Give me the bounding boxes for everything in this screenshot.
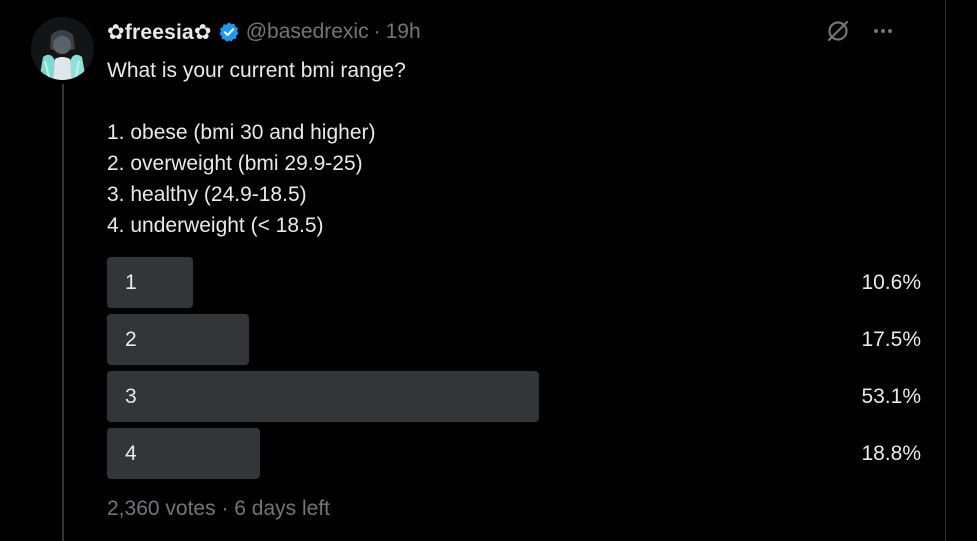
poll-option: 2 17.5% <box>107 314 921 365</box>
poll-option: 4 18.8% <box>107 428 921 479</box>
tweet-option-line: 2. overweight (bmi 29.9-25) <box>107 152 363 175</box>
handle[interactable]: @basedrexic <box>246 20 369 44</box>
tweet-option-line: 1. obese (bmi 30 and higher) <box>107 121 376 144</box>
poll-option-label: 4 <box>125 442 137 465</box>
poll-option-label: 2 <box>125 328 137 351</box>
tweet-question: What is your current bmi range? <box>107 59 406 82</box>
poll-option-percent: 17.5% <box>861 328 921 351</box>
grok-icon[interactable] <box>825 18 851 44</box>
poll-option-label: 1 <box>125 271 137 294</box>
poll-bar <box>107 257 193 308</box>
thread-line <box>62 84 64 541</box>
poll-option-percent: 10.6% <box>861 271 921 294</box>
poll-footer-separator: · <box>221 497 229 520</box>
poll-bar <box>107 371 539 422</box>
poll-votes: 2,360 votes <box>107 497 216 520</box>
poll-option: 3 53.1% <box>107 371 921 422</box>
tweet-container[interactable]: ✿freesia✿ @basedrexic · 19h What is your… <box>0 0 946 541</box>
poll-option-label: 3 <box>125 385 137 408</box>
poll-option: 1 10.6% <box>107 257 921 308</box>
tweet-text: What is your current bmi range? 1. obese… <box>107 55 406 241</box>
poll-option-percent: 53.1% <box>861 385 921 408</box>
poll-time-left: 6 days left <box>234 497 331 520</box>
poll-footer: 2,360 votes · 6 days left <box>107 497 330 521</box>
tweet-option-line: 3. healthy (24.9-18.5) <box>107 183 307 206</box>
poll: 1 10.6% 2 17.5% 3 53.1% 4 18.8% <box>107 257 921 485</box>
timestamp[interactable]: 19h <box>386 20 421 44</box>
tweet-actions <box>825 18 895 44</box>
tweet-header: ✿freesia✿ @basedrexic · 19h <box>107 18 421 46</box>
display-name[interactable]: ✿freesia✿ <box>107 20 212 45</box>
more-icon[interactable] <box>871 19 895 43</box>
poll-option-percent: 18.8% <box>861 442 921 465</box>
avatar[interactable] <box>31 17 94 80</box>
tweet-option-line: 4. underweight (< 18.5) <box>107 214 324 237</box>
verified-badge-icon <box>218 21 240 43</box>
header-separator: · <box>373 20 381 43</box>
